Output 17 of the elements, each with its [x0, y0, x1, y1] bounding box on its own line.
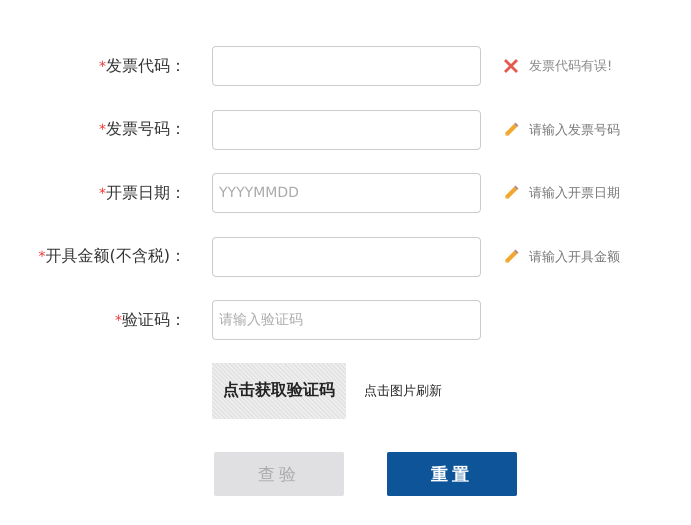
hint-text: 请输入发票号码 [529, 122, 620, 138]
refresh-hint: 点击图片刷新 [364, 382, 442, 400]
hint-text: 请输入开具金额 [529, 248, 620, 266]
reset-button[interactable]: 重置 [387, 452, 517, 496]
field-label: *验证码： [115, 310, 186, 330]
input-field[interactable] [212, 46, 481, 86]
hint-text: 请输入开票日期 [529, 185, 620, 202]
input-field[interactable]: 请输入验证码 [212, 300, 481, 340]
input-field[interactable]: YYYYMMDD [212, 173, 481, 213]
field-label: *发票代码： [99, 56, 186, 76]
input-field[interactable] [212, 110, 481, 150]
field-label: *发票号码： [99, 119, 186, 140]
field-label: *开具金额(不含税)： [38, 246, 186, 267]
field-label: *开票日期： [99, 182, 186, 204]
captcha-image[interactable]: 点击获取验证码 [212, 362, 346, 418]
input-field[interactable] [212, 236, 481, 276]
error-message: 发票代码有误! [529, 58, 612, 75]
